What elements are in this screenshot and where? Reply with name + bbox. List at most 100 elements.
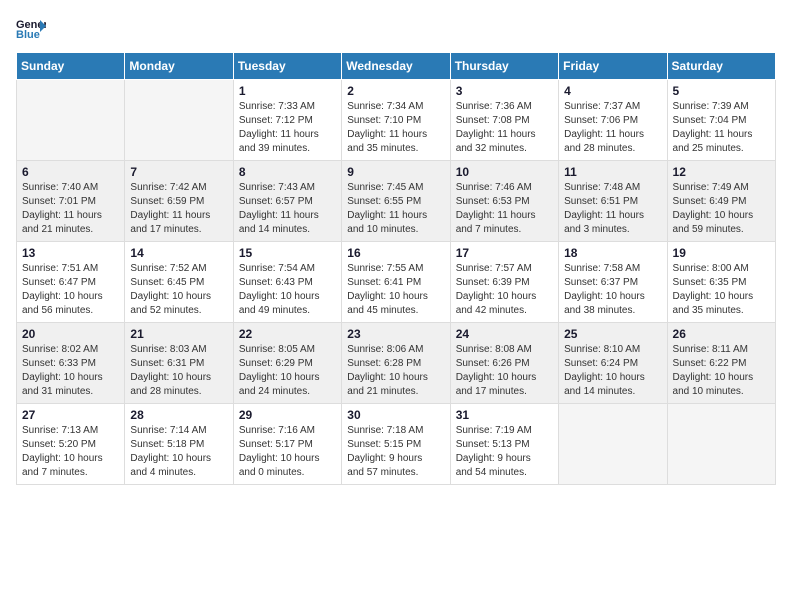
day-info: Sunrise: 8:08 AM Sunset: 6:26 PM Dayligh…	[456, 343, 553, 399]
day-number: 4	[564, 84, 661, 98]
day-number: 7	[130, 165, 227, 179]
day-info: Sunrise: 7:55 AM Sunset: 6:41 PM Dayligh…	[347, 262, 444, 318]
day-number: 22	[239, 327, 336, 341]
header-day-sunday: Sunday	[17, 53, 125, 80]
day-number: 18	[564, 246, 661, 260]
calendar-cell: 3 Sunrise: 7:36 AM Sunset: 7:08 PM Daylig…	[450, 80, 558, 161]
day-number: 19	[673, 246, 770, 260]
calendar-cell: 13 Sunrise: 7:51 AM Sunset: 6:47 PM Dayli…	[17, 242, 125, 323]
calendar-cell: 19Sunrise: 8:00 AM Sunset: 6:35 PM Dayli…	[667, 242, 775, 323]
day-info: Sunrise: 8:05 AM Sunset: 6:29 PM Dayligh…	[239, 343, 336, 399]
day-number: 27	[22, 408, 119, 422]
calendar-cell: 12 Sunrise: 7:49 AM Sunset: 6:49 PM Dayli…	[667, 161, 775, 242]
header-day-friday: Friday	[559, 53, 667, 80]
day-info: Sunrise: 7:43 AM Sunset: 6:57 PM Dayligh…	[239, 181, 336, 237]
calendar-cell: 23 Sunrise: 8:06 AM Sunset: 6:28 PM Dayli…	[342, 323, 450, 404]
calendar-cell: 20 Sunrise: 8:02 AM Sunset: 6:33 PM Dayli…	[17, 323, 125, 404]
day-number: 28	[130, 408, 227, 422]
day-info: Sunrise: 7:58 AM Sunset: 6:37 PM Dayligh…	[564, 262, 661, 318]
calendar-cell: 1 Sunrise: 7:33 AM Sunset: 7:12 PM Daylig…	[233, 80, 341, 161]
day-number: 3	[456, 84, 553, 98]
day-info: Sunrise: 7:52 AM Sunset: 6:45 PM Dayligh…	[130, 262, 227, 318]
day-number: 15	[239, 246, 336, 260]
day-info: Sunrise: 7:14 AM Sunset: 5:18 PM Dayligh…	[130, 424, 227, 480]
calendar-week-4: 20 Sunrise: 8:02 AM Sunset: 6:33 PM Dayli…	[17, 323, 776, 404]
calendar-cell	[667, 404, 775, 485]
header-day-monday: Monday	[125, 53, 233, 80]
day-info: Sunrise: 7:51 AM Sunset: 6:47 PM Dayligh…	[22, 262, 119, 318]
day-info: Sunrise: 7:49 AM Sunset: 6:49 PM Dayligh…	[673, 181, 770, 237]
calendar-cell: 21 Sunrise: 8:03 AM Sunset: 6:31 PM Dayli…	[125, 323, 233, 404]
day-number: 23	[347, 327, 444, 341]
calendar-cell: 26 Sunrise: 8:11 AM Sunset: 6:22 PM Dayli…	[667, 323, 775, 404]
day-number: 26	[673, 327, 770, 341]
day-number: 16	[347, 246, 444, 260]
calendar-cell: 4 Sunrise: 7:37 AM Sunset: 7:06 PM Daylig…	[559, 80, 667, 161]
calendar-week-5: 27Sunrise: 7:13 AM Sunset: 5:20 PM Dayli…	[17, 404, 776, 485]
calendar-cell: 9 Sunrise: 7:45 AM Sunset: 6:55 PM Daylig…	[342, 161, 450, 242]
calendar-cell: 18 Sunrise: 7:58 AM Sunset: 6:37 PM Dayli…	[559, 242, 667, 323]
calendar-cell: 27Sunrise: 7:13 AM Sunset: 5:20 PM Dayli…	[17, 404, 125, 485]
day-info: Sunrise: 8:10 AM Sunset: 6:24 PM Dayligh…	[564, 343, 661, 399]
page-header: General Blue	[16, 16, 776, 40]
day-info: Sunrise: 7:45 AM Sunset: 6:55 PM Dayligh…	[347, 181, 444, 237]
calendar-cell: 11 Sunrise: 7:48 AM Sunset: 6:51 PM Dayli…	[559, 161, 667, 242]
calendar-cell: 5Sunrise: 7:39 AM Sunset: 7:04 PM Daylig…	[667, 80, 775, 161]
day-number: 29	[239, 408, 336, 422]
day-info: Sunrise: 7:46 AM Sunset: 6:53 PM Dayligh…	[456, 181, 553, 237]
day-number: 5	[673, 84, 770, 98]
day-number: 8	[239, 165, 336, 179]
day-info: Sunrise: 7:33 AM Sunset: 7:12 PM Dayligh…	[239, 100, 336, 156]
day-info: Sunrise: 7:19 AM Sunset: 5:13 PM Dayligh…	[456, 424, 553, 480]
header-day-tuesday: Tuesday	[233, 53, 341, 80]
header-day-wednesday: Wednesday	[342, 53, 450, 80]
day-info: Sunrise: 8:02 AM Sunset: 6:33 PM Dayligh…	[22, 343, 119, 399]
calendar-cell: 30 Sunrise: 7:18 AM Sunset: 5:15 PM Dayli…	[342, 404, 450, 485]
calendar-cell: 8 Sunrise: 7:43 AM Sunset: 6:57 PM Daylig…	[233, 161, 341, 242]
calendar-cell: 24 Sunrise: 8:08 AM Sunset: 6:26 PM Dayli…	[450, 323, 558, 404]
day-number: 21	[130, 327, 227, 341]
day-info: Sunrise: 7:36 AM Sunset: 7:08 PM Dayligh…	[456, 100, 553, 156]
day-info: Sunrise: 7:18 AM Sunset: 5:15 PM Dayligh…	[347, 424, 444, 480]
day-number: 1	[239, 84, 336, 98]
day-number: 12	[673, 165, 770, 179]
header-day-thursday: Thursday	[450, 53, 558, 80]
calendar-header-row: SundayMondayTuesdayWednesdayThursdayFrid…	[17, 53, 776, 80]
calendar-cell: 28 Sunrise: 7:14 AM Sunset: 5:18 PM Dayli…	[125, 404, 233, 485]
day-info: Sunrise: 7:37 AM Sunset: 7:06 PM Dayligh…	[564, 100, 661, 156]
day-info: Sunrise: 7:48 AM Sunset: 6:51 PM Dayligh…	[564, 181, 661, 237]
calendar-cell	[125, 80, 233, 161]
calendar-cell: 14Sunrise: 7:52 AM Sunset: 6:45 PM Dayli…	[125, 242, 233, 323]
day-number: 24	[456, 327, 553, 341]
day-info: Sunrise: 8:03 AM Sunset: 6:31 PM Dayligh…	[130, 343, 227, 399]
day-number: 10	[456, 165, 553, 179]
day-info: Sunrise: 7:40 AM Sunset: 7:01 PM Dayligh…	[22, 181, 119, 237]
day-number: 2	[347, 84, 444, 98]
day-info: Sunrise: 8:11 AM Sunset: 6:22 PM Dayligh…	[673, 343, 770, 399]
day-number: 6	[22, 165, 119, 179]
day-number: 20	[22, 327, 119, 341]
calendar-table: SundayMondayTuesdayWednesdayThursdayFrid…	[16, 52, 776, 485]
day-number: 9	[347, 165, 444, 179]
day-info: Sunrise: 7:16 AM Sunset: 5:17 PM Dayligh…	[239, 424, 336, 480]
logo-icon: General Blue	[16, 16, 46, 40]
day-number: 13	[22, 246, 119, 260]
calendar-cell: 25 Sunrise: 8:10 AM Sunset: 6:24 PM Dayli…	[559, 323, 667, 404]
day-info: Sunrise: 8:06 AM Sunset: 6:28 PM Dayligh…	[347, 343, 444, 399]
day-number: 25	[564, 327, 661, 341]
day-info: Sunrise: 7:54 AM Sunset: 6:43 PM Dayligh…	[239, 262, 336, 318]
calendar-cell: 31 Sunrise: 7:19 AM Sunset: 5:13 PM Dayli…	[450, 404, 558, 485]
calendar-cell: 10 Sunrise: 7:46 AM Sunset: 6:53 PM Dayli…	[450, 161, 558, 242]
calendar-week-1: 1 Sunrise: 7:33 AM Sunset: 7:12 PM Daylig…	[17, 80, 776, 161]
calendar-cell	[17, 80, 125, 161]
calendar-week-2: 6 Sunrise: 7:40 AM Sunset: 7:01 PM Daylig…	[17, 161, 776, 242]
day-info: Sunrise: 7:34 AM Sunset: 7:10 PM Dayligh…	[347, 100, 444, 156]
calendar-week-3: 13 Sunrise: 7:51 AM Sunset: 6:47 PM Dayli…	[17, 242, 776, 323]
day-number: 17	[456, 246, 553, 260]
calendar-cell: 2 Sunrise: 7:34 AM Sunset: 7:10 PM Daylig…	[342, 80, 450, 161]
calendar-cell: 17 Sunrise: 7:57 AM Sunset: 6:39 PM Dayli…	[450, 242, 558, 323]
day-number: 11	[564, 165, 661, 179]
day-number: 30	[347, 408, 444, 422]
day-info: Sunrise: 7:57 AM Sunset: 6:39 PM Dayligh…	[456, 262, 553, 318]
day-number: 31	[456, 408, 553, 422]
